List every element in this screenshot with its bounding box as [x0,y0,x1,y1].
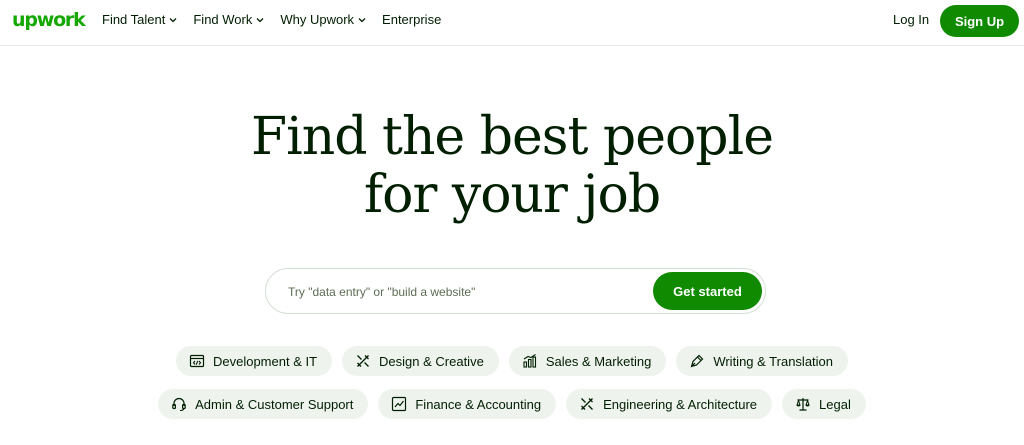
design-tools-icon [357,355,369,367]
category-writing-translation[interactable]: Writing & Translation [676,346,849,376]
category-legal[interactable]: Legal [782,389,866,419]
category-row-2: Admin & Customer Support Finance & Accou… [0,389,1024,419]
category-sales-marketing[interactable]: Sales & Marketing [508,346,667,376]
drafting-tools-icon [581,398,594,410]
category-label: Development & IT [212,353,318,369]
upwork-logo[interactable]: upwork [12,9,86,31]
main-nav: Find Talent Find Work Why Upwork Enterpr… [102,12,441,27]
signup-button[interactable]: Sign Up [940,5,1019,37]
login-link[interactable]: Log In [893,12,929,27]
code-window-icon [189,354,205,368]
hero-heading-line-2: for your job [363,165,661,225]
get-started-button[interactable]: Get started [653,272,762,310]
trend-chart-icon [392,396,407,412]
hero-heading-line-1: Find the best people [251,107,774,167]
category-label: Admin & Customer Support [195,396,354,412]
category-label: Finance & Accounting [415,396,542,412]
top-nav-bar: upwork Find Talent Find Work Why Upwork … [0,0,1024,46]
category-label: Engineering & Architecture [603,396,758,412]
pen-nib-icon [690,354,704,368]
category-label: Legal [819,396,851,412]
nav-find-talent[interactable]: Find Talent [102,12,177,27]
category-development-it[interactable]: Development & IT [175,346,333,376]
search-bar: Get started [265,268,766,314]
category-row-1: Development & IT Design & Creative Sales… [0,346,1024,376]
chevron-down-icon [169,17,177,22]
hero-heading: Find the best people for your job [0,108,1024,224]
search-input[interactable] [288,282,638,302]
category-label: Writing & Translation [713,353,834,369]
category-engineering-architecture[interactable]: Engineering & Architecture [566,389,773,419]
nav-why-upwork-label: Why Upwork [280,12,355,27]
nav-why-upwork[interactable]: Why Upwork [280,12,366,27]
headset-icon [172,397,186,412]
nav-find-work[interactable]: Find Work [193,12,264,27]
bar-chart-icon [523,354,536,368]
nav-enterprise-label: Enterprise [382,12,442,27]
category-design-creative[interactable]: Design & Creative [342,346,499,376]
scales-icon [796,398,810,411]
category-admin-customer-support[interactable]: Admin & Customer Support [158,389,369,419]
category-finance-accounting[interactable]: Finance & Accounting [378,389,557,419]
nav-find-work-label: Find Work [193,12,253,27]
category-label: Sales & Marketing [545,353,652,369]
chevron-down-icon [358,17,366,22]
nav-enterprise[interactable]: Enterprise [382,12,441,27]
category-label: Design & Creative [379,353,484,369]
chevron-down-icon [256,17,264,22]
nav-find-talent-label: Find Talent [102,12,166,27]
